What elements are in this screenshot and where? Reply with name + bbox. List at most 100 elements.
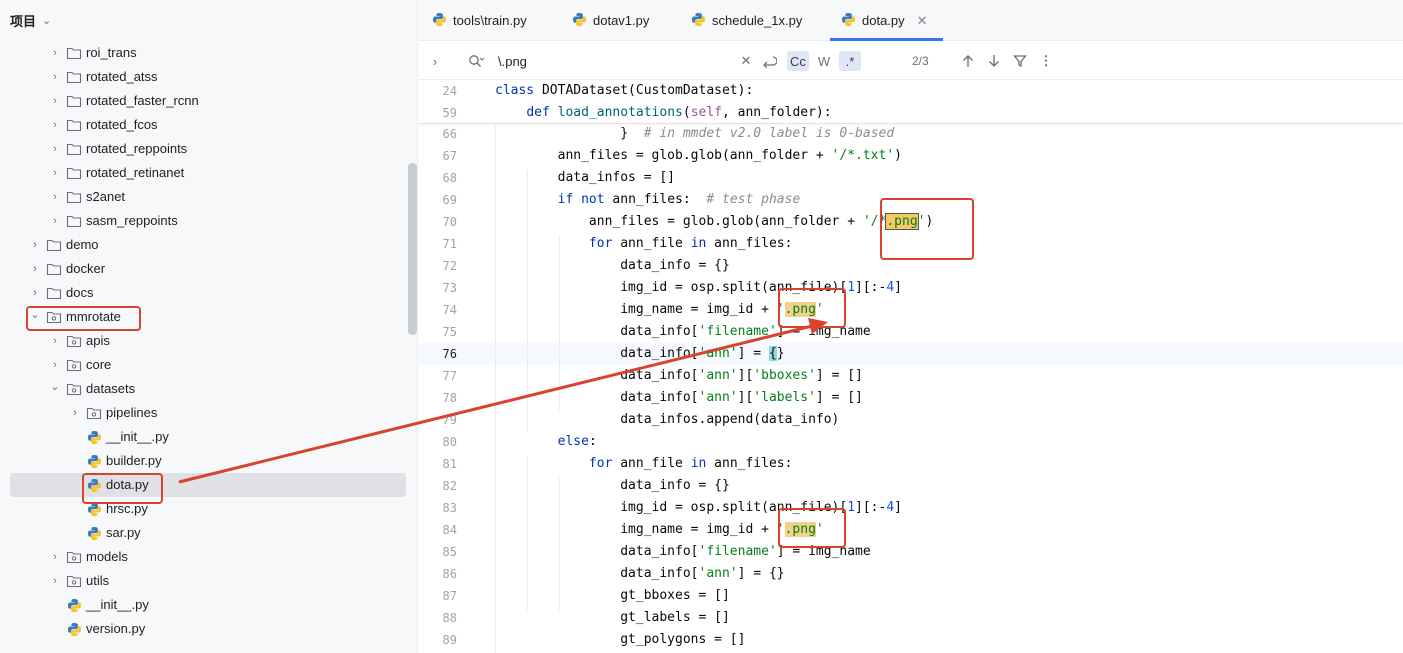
line-number: 78 bbox=[442, 391, 457, 405]
whole-words-toggle[interactable]: W bbox=[813, 51, 835, 71]
sticky-code-line[interactable]: 59 def load_annotations(self, ann_folder… bbox=[419, 102, 1403, 124]
tree-item-label: rotated_fcos bbox=[86, 117, 158, 132]
tree-folder-item[interactable]: › docker bbox=[0, 257, 406, 281]
chevron-right-icon[interactable]: › bbox=[48, 143, 62, 155]
tree-file-item[interactable]: version.py bbox=[0, 617, 406, 641]
code-line[interactable]: 75 data_info['filename'] = img_name bbox=[419, 321, 1403, 343]
line-number: 66 bbox=[442, 127, 457, 141]
chevron-right-icon[interactable]: › bbox=[48, 71, 62, 83]
tree-folder-item[interactable]: › rotated_retinanet bbox=[0, 161, 406, 185]
chevron-right-icon[interactable]: › bbox=[48, 119, 62, 131]
code-line[interactable]: 76 data_info['ann'] = {} bbox=[419, 343, 1403, 365]
code-line[interactable]: 73 img_id = osp.split(ann_file)[1][:-4] bbox=[419, 277, 1403, 299]
sticky-code-line[interactable]: 24 class DOTADataset(CustomDataset): bbox=[419, 80, 1403, 102]
tree-folder-item[interactable]: › rotated_atss bbox=[0, 65, 406, 89]
line-number: 69 bbox=[442, 193, 457, 207]
clear-search-icon[interactable]: ✕ bbox=[739, 51, 753, 71]
match-case-toggle[interactable]: Cc bbox=[787, 51, 809, 71]
tree-folder-item[interactable]: › core bbox=[0, 353, 406, 377]
arrow-up-icon[interactable] bbox=[960, 51, 976, 71]
more-options-icon[interactable]: ⋮ bbox=[1040, 51, 1053, 71]
code-line[interactable]: 77 data_info['ann']['bboxes'] = [] bbox=[419, 365, 1403, 387]
code-line[interactable]: 89 gt_polygons = [] bbox=[419, 629, 1403, 651]
chevron-right-icon[interactable]: › bbox=[28, 287, 42, 299]
folder-icon bbox=[46, 262, 62, 276]
code-line[interactable]: 83 img_id = osp.split(ann_file)[1][:-4] bbox=[419, 497, 1403, 519]
code-line[interactable]: 79 data_infos.append(data_info) bbox=[419, 409, 1403, 431]
line-number: 68 bbox=[442, 171, 457, 185]
tree-folder-item[interactable]: › apis bbox=[0, 329, 406, 353]
code-line[interactable]: 71 for ann_file in ann_files: bbox=[419, 233, 1403, 255]
tree-folder-item[interactable]: › rotated_fcos bbox=[0, 113, 406, 137]
tree-file-item[interactable]: hrsc.py bbox=[0, 497, 406, 521]
code-editor[interactable]: 24 class DOTADataset(CustomDataset): 59 de… bbox=[419, 80, 1403, 653]
code-line[interactable]: 78 data_info['ann']['labels'] = [] bbox=[419, 387, 1403, 409]
code-line[interactable]: 80 else: bbox=[419, 431, 1403, 453]
chevron-right-icon[interactable]: › bbox=[48, 47, 62, 59]
tree-folder-item[interactable]: › rotated_reppoints bbox=[0, 137, 406, 161]
tab-dotav1[interactable]: dotav1.py bbox=[572, 0, 649, 41]
tree-file-item[interactable]: __init__.py bbox=[0, 593, 406, 617]
code-text: data_info['ann'] = {} bbox=[495, 346, 785, 361]
filter-icon[interactable] bbox=[1012, 51, 1028, 71]
tree-item-label: __init__.py bbox=[106, 429, 169, 444]
code-line[interactable]: 86 data_info['ann'] = {} bbox=[419, 563, 1403, 585]
tree-folder-item[interactable]: › docs bbox=[0, 281, 406, 305]
chevron-right-icon[interactable]: › bbox=[68, 407, 82, 419]
code-line[interactable]: 74 img_name = img_id + '.png' bbox=[419, 299, 1403, 321]
close-icon[interactable]: ✕ bbox=[917, 13, 928, 29]
tree-folder-item[interactable]: › pipelines bbox=[0, 401, 406, 425]
tree-folder-item[interactable]: ⌄ datasets bbox=[0, 377, 406, 401]
code-line[interactable]: 70 ann_files = glob.glob(ann_folder + '/… bbox=[419, 211, 1403, 233]
tree-item-label: mmrotate bbox=[66, 309, 121, 324]
search-input[interactable]: \.png bbox=[498, 51, 527, 71]
project-panel-header[interactable]: 项目 ⌄ bbox=[10, 11, 51, 30]
tree-folder-item[interactable]: › utils bbox=[0, 569, 406, 593]
tree-file-item[interactable]: builder.py bbox=[0, 449, 406, 473]
chevron-right-icon[interactable]: › bbox=[48, 551, 62, 563]
code-line[interactable]: 66 } # in mmdet v2.0 label is 0-based bbox=[419, 123, 1403, 145]
tree-folder-item[interactable]: › s2anet bbox=[0, 185, 406, 209]
project-scrollbar[interactable] bbox=[408, 163, 417, 335]
chevron-right-icon[interactable]: › bbox=[429, 51, 441, 71]
code-line[interactable]: 88 gt_labels = [] bbox=[419, 607, 1403, 629]
tab-schedule-1x[interactable]: schedule_1x.py bbox=[691, 0, 802, 41]
chevron-right-icon[interactable]: › bbox=[48, 575, 62, 587]
tree-folder-item[interactable]: ⌄ mmrotate bbox=[0, 305, 406, 329]
code-line[interactable]: 67 ann_files = glob.glob(ann_folder + '/… bbox=[419, 145, 1403, 167]
chevron-right-icon[interactable]: › bbox=[48, 215, 62, 227]
code-line[interactable]: 72 data_info = {} bbox=[419, 255, 1403, 277]
code-text: data_info['ann'] = {} bbox=[495, 566, 785, 581]
tree-file-item[interactable]: __init__.py bbox=[0, 425, 406, 449]
tree-folder-item[interactable]: › roi_trans bbox=[0, 41, 406, 65]
tree-folder-item[interactable]: › demo bbox=[0, 233, 406, 257]
multiline-icon[interactable] bbox=[760, 51, 778, 71]
tree-folder-item[interactable]: › sasm_reppoints bbox=[0, 209, 406, 233]
chevron-right-icon[interactable]: › bbox=[48, 359, 62, 371]
tab-dota[interactable]: dota.py ✕ bbox=[830, 0, 943, 41]
chevron-right-icon[interactable]: › bbox=[28, 239, 42, 251]
chevron-down-icon[interactable]: ⌄ bbox=[28, 308, 42, 321]
search-history-icon[interactable] bbox=[466, 51, 486, 71]
code-line[interactable]: 84 img_name = img_id + '.png' bbox=[419, 519, 1403, 541]
code-line[interactable]: 85 data_info['filename'] = img_name bbox=[419, 541, 1403, 563]
tree-file-item[interactable]: sar.py bbox=[0, 521, 406, 545]
code-line[interactable]: 69 if not ann_files: # test phase bbox=[419, 189, 1403, 211]
code-line[interactable]: 87 gt_bboxes = [] bbox=[419, 585, 1403, 607]
tree-folder-item[interactable]: › models bbox=[0, 545, 406, 569]
tree-file-item[interactable]: dota.py bbox=[10, 473, 406, 497]
chevron-down-icon[interactable]: ⌄ bbox=[48, 380, 62, 393]
chevron-right-icon[interactable]: › bbox=[28, 263, 42, 275]
chevron-right-icon[interactable]: › bbox=[48, 167, 62, 179]
tab-tools-train[interactable]: tools\train.py bbox=[432, 0, 527, 41]
chevron-right-icon[interactable]: › bbox=[48, 335, 62, 347]
chevron-right-icon[interactable]: › bbox=[48, 95, 62, 107]
chevron-down-icon[interactable]: ⌄ bbox=[42, 14, 51, 27]
code-line[interactable]: 82 data_info = {} bbox=[419, 475, 1403, 497]
code-line[interactable]: 81 for ann_file in ann_files: bbox=[419, 453, 1403, 475]
chevron-right-icon[interactable]: › bbox=[48, 191, 62, 203]
tree-folder-item[interactable]: › rotated_faster_rcnn bbox=[0, 89, 406, 113]
regex-toggle[interactable]: .* bbox=[839, 51, 861, 71]
arrow-down-icon[interactable] bbox=[986, 51, 1002, 71]
code-line[interactable]: 68 data_infos = [] bbox=[419, 167, 1403, 189]
